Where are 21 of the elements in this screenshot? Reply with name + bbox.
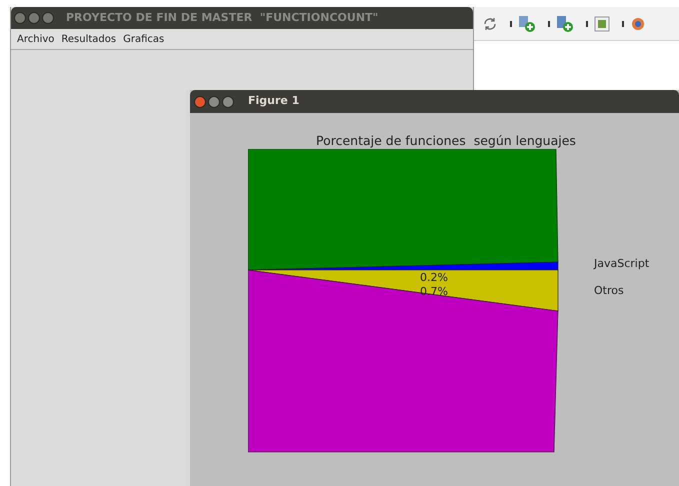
window-title: Figure 1 (248, 93, 300, 110)
legend-label: JavaScript (594, 256, 650, 272)
image-icon[interactable] (594, 16, 610, 32)
slice-label: 0.7% (420, 284, 448, 300)
close-button[interactable] (194, 96, 206, 108)
slice-label: 0.2% (420, 270, 448, 286)
menu-item[interactable]: Resultados (61, 32, 116, 46)
menu-item[interactable]: Graficas (123, 32, 164, 46)
sync-icon[interactable] (482, 16, 498, 30)
add-file-icon[interactable] (518, 16, 536, 32)
chart-title: Porcentaje de funciones según lenguajes (316, 132, 576, 150)
close-button[interactable] (14, 12, 26, 24)
legend-label: Otros (594, 283, 624, 299)
menu-item[interactable]: Archivo (17, 32, 54, 46)
minimize-button[interactable] (28, 12, 40, 24)
maximize-button[interactable] (222, 96, 234, 108)
maximize-button[interactable] (42, 12, 54, 24)
window-title: PROYECTO DE FIN DE MASTER "FUNCTIONCOUNT" (66, 10, 378, 26)
lifebuoy-icon[interactable] (630, 16, 644, 32)
add-document-icon[interactable] (556, 16, 574, 32)
minimize-button[interactable] (208, 96, 220, 108)
